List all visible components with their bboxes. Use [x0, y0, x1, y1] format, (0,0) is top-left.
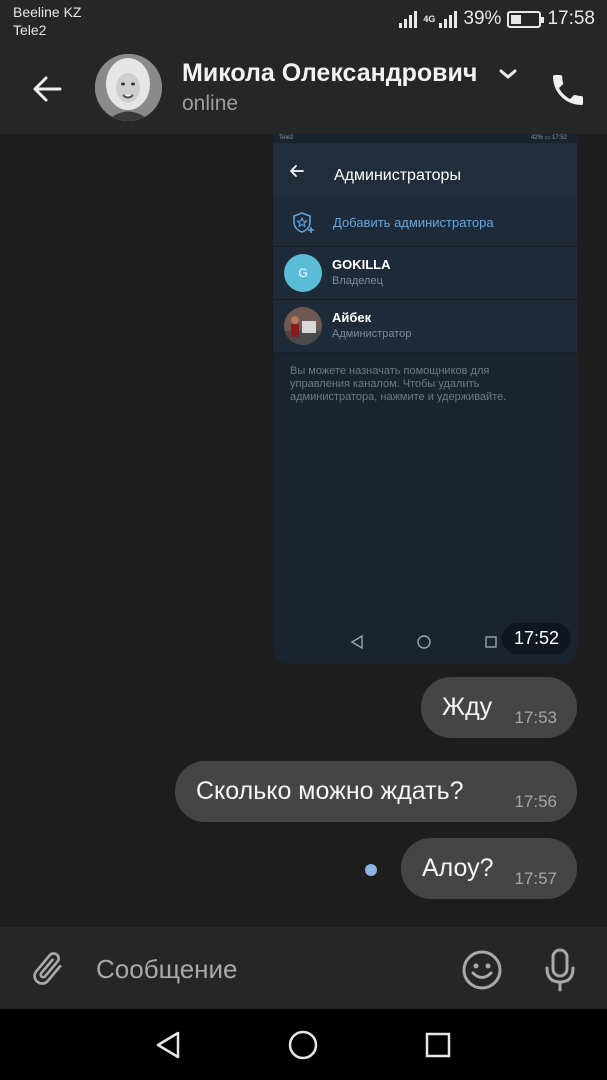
embedded-admin-role: Администратор [332, 328, 412, 340]
emoji-button[interactable] [460, 948, 504, 992]
contact-status: online [182, 92, 239, 115]
contact-avatar-photo [95, 54, 162, 121]
clock: 17:58 [547, 8, 595, 29]
carrier-name-primary: Beeline KZ [13, 4, 82, 20]
network-type-label: 4G [423, 13, 436, 24]
chevron-down-icon[interactable] [497, 66, 519, 82]
signal-strength-icon [399, 10, 418, 28]
message-bubble[interactable]: Жду 17:53 [421, 677, 577, 738]
embedded-toolbar: Администраторы [273, 143, 577, 198]
embedded-title: Администраторы [334, 167, 461, 184]
carrier-name-secondary: Tele2 [13, 22, 47, 38]
embedded-status-bar: Tele2 42% ▭ 17:52 [273, 134, 577, 143]
battery-percent: 39% [463, 8, 502, 29]
embedded-admin-name: GOKILLA [332, 257, 391, 272]
unread-indicator [365, 864, 377, 876]
battery-icon [507, 10, 545, 28]
message-text: Жду [442, 693, 493, 721]
signal-strength-icon-2 [439, 10, 458, 28]
phone-icon [553, 75, 583, 105]
paperclip-icon [33, 952, 62, 985]
embedded-admin-row: Айбек Администратор [273, 300, 577, 353]
battery-fill [511, 14, 522, 24]
chat-header: Микола Олександрович online [0, 46, 607, 134]
embedded-arrow-left-icon [290, 165, 304, 177]
nav-home-button[interactable] [285, 1027, 321, 1063]
message-list[interactable]: Tele2 42% ▭ 17:52 Администраторы Добавит… [0, 134, 607, 927]
embedded-hint-text: Вы можете назначать помощников для управ… [290, 365, 507, 403]
embedded-admin-row: G GOKILLA Владелец [273, 247, 577, 300]
message-time: 17:53 [514, 708, 557, 727]
message-time: 17:57 [514, 869, 557, 888]
embedded-admin-avatar-photo [284, 307, 322, 345]
embedded-shield-star-icon [293, 212, 314, 233]
back-button[interactable] [26, 68, 70, 112]
nav-recents-button[interactable] [420, 1027, 456, 1063]
voice-message-button[interactable] [540, 946, 580, 994]
smiley-icon [462, 950, 502, 990]
message-bubble[interactable]: Алоу? 17:57 [401, 838, 577, 899]
message-input[interactable] [96, 949, 436, 989]
system-nav-bar [0, 1009, 607, 1080]
status-bar: Beeline KZ Tele2 4G 39% 17:58 [0, 0, 607, 46]
embedded-admin-avatar: G [284, 254, 322, 292]
contact-name[interactable]: Микола Олександрович [182, 59, 477, 88]
embedded-admin-role: Владелец [332, 275, 383, 287]
nav-back-button[interactable] [150, 1027, 186, 1063]
circle-home-icon [288, 1030, 318, 1060]
message-bubble[interactable]: Сколько можно ждать? 17:56 [175, 761, 577, 822]
embedded-add-admin-label: Добавить администратора [333, 215, 494, 230]
image-message-time: 17:52 [501, 623, 571, 654]
embedded-status-right: 42% ▭ 17:52 [530, 135, 567, 141]
arrow-left-icon [33, 76, 62, 102]
message-text: Сколько можно ждать? [196, 777, 464, 805]
microphone-icon [545, 948, 575, 992]
message-time: 17:56 [514, 792, 557, 811]
embedded-admin-name: Айбек [332, 310, 372, 325]
embedded-add-admin-row: Добавить администратора [273, 198, 577, 247]
embedded-carrier: Tele2 [279, 135, 294, 141]
message-text: Алоу? [422, 854, 494, 882]
square-recents-icon [425, 1032, 451, 1058]
call-button[interactable] [548, 70, 588, 110]
status-indicators: 4G 39% 17:58 [399, 8, 595, 30]
composer [0, 927, 607, 1009]
embedded-admin-photo [284, 307, 322, 345]
attach-button[interactable] [28, 949, 68, 989]
triangle-back-icon [156, 1031, 180, 1059]
image-message[interactable]: Tele2 42% ▭ 17:52 Администраторы Добавит… [273, 134, 577, 664]
contact-avatar[interactable] [95, 54, 162, 121]
